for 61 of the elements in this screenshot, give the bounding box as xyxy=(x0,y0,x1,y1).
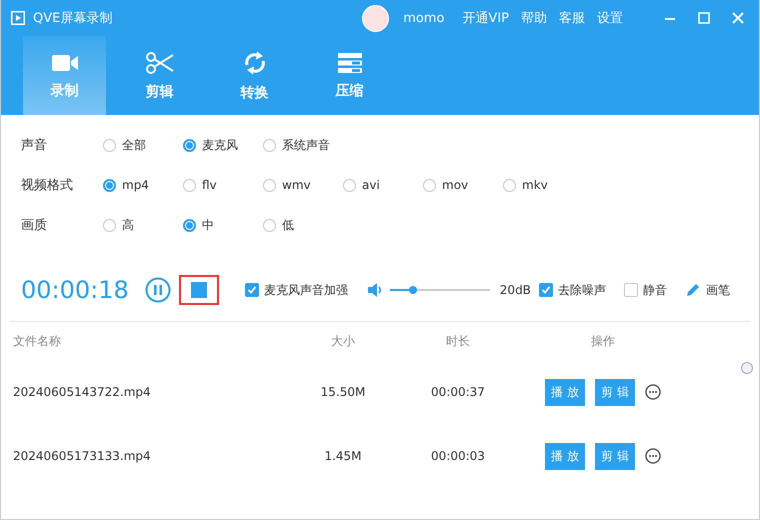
tool-label[interactable]: 画笔 xyxy=(706,282,730,298)
more-icon[interactable] xyxy=(644,384,661,400)
checkbox[interactable] xyxy=(538,283,553,297)
volume-reading: 20dB xyxy=(500,283,531,297)
option-label: 声音 xyxy=(21,137,48,154)
checkbox-label[interactable]: 去除噪声 xyxy=(558,282,606,298)
checkbox-label[interactable]: 静音 xyxy=(642,282,667,298)
more-icon[interactable] xyxy=(644,448,661,464)
checkbox[interactable] xyxy=(244,283,259,297)
option-label: 视频格式 xyxy=(21,177,74,194)
radio-label[interactable]: wmv xyxy=(282,178,311,192)
scissors-icon xyxy=(144,50,174,74)
radio-button[interactable] xyxy=(183,218,196,232)
user-avatar[interactable] xyxy=(362,4,390,32)
server-stack-icon xyxy=(336,52,362,74)
radio-button[interactable] xyxy=(183,138,196,152)
radio-label[interactable]: mkv xyxy=(522,178,548,192)
radio-button[interactable] xyxy=(103,218,116,232)
refresh-icon xyxy=(242,50,266,76)
duration-cell-text: 00:00:37 xyxy=(430,385,486,399)
checkbox-label[interactable]: 麦克风声音加强 xyxy=(264,282,348,298)
radio-button[interactable] xyxy=(423,178,436,192)
radio-button[interactable] xyxy=(263,138,276,152)
radio-label[interactable]: mp4 xyxy=(122,178,149,192)
radio-label[interactable]: mov xyxy=(442,178,468,192)
radio-label[interactable]: 全部 xyxy=(122,136,146,154)
file-name-cell-text: 20240605143722.mp4 xyxy=(13,385,152,399)
radio-button[interactable] xyxy=(343,178,356,192)
radio-button[interactable] xyxy=(103,138,116,152)
column-header: 文件名称 xyxy=(13,332,62,350)
speaker-icon[interactable] xyxy=(366,281,384,299)
checkbox[interactable] xyxy=(624,283,638,297)
close-icon[interactable] xyxy=(732,12,744,24)
play-window-icon xyxy=(11,11,25,25)
radio-button[interactable] xyxy=(503,178,516,192)
recording-timer: 00:00:18 xyxy=(21,276,129,304)
column-header: 时长 xyxy=(445,332,471,350)
size-cell-text: 1.45M xyxy=(323,449,363,463)
radio-label[interactable]: 低 xyxy=(282,216,294,234)
radio-button[interactable] xyxy=(263,218,276,232)
radio-label[interactable]: 麦克风 xyxy=(202,136,238,154)
pause-icon[interactable] xyxy=(144,277,171,303)
column-header: 大小 xyxy=(330,332,356,350)
file-name-cell-text: 20240605173133.mp4 xyxy=(13,449,152,463)
radio-label[interactable]: flv xyxy=(202,178,217,192)
size-cell-text: 15.50M xyxy=(320,385,366,399)
radio-label[interactable]: avi xyxy=(362,178,380,192)
scroll-handle[interactable] xyxy=(741,362,753,374)
stop-button[interactable] xyxy=(190,282,207,298)
radio-label[interactable]: 高 xyxy=(122,216,134,234)
duration-cell-text: 00:00:03 xyxy=(430,449,486,463)
radio-button[interactable] xyxy=(183,178,196,192)
option-label: 画质 xyxy=(21,217,48,234)
radio-button[interactable] xyxy=(263,178,276,192)
radio-button[interactable] xyxy=(103,178,116,192)
radio-label[interactable]: 中 xyxy=(202,216,214,234)
window-title: QVE屏幕录制 xyxy=(33,10,112,27)
column-header: 操作 xyxy=(590,332,616,350)
pencil-icon[interactable] xyxy=(684,282,701,298)
maximize-icon[interactable] xyxy=(698,12,710,24)
radio-label[interactable]: 系统声音 xyxy=(282,136,330,154)
